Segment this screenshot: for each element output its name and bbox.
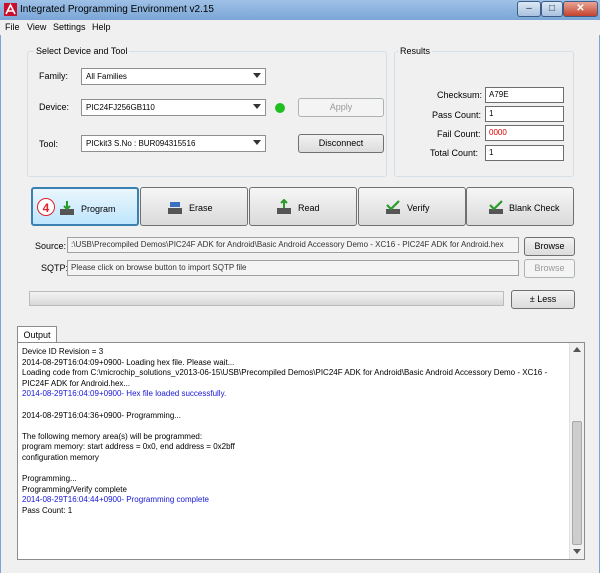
program-label: Program: [81, 204, 116, 214]
source-browse-button[interactable]: Browse: [524, 237, 575, 256]
scroll-up-icon[interactable]: [573, 347, 581, 352]
output-line: configuration memory: [22, 452, 99, 462]
source-path-field[interactable]: :\USB\Precompiled Demos\PIC24F ADK for A…: [67, 237, 519, 253]
output-lines: Device ID Revision = 3 2014-08-29T16:04:0…: [22, 347, 567, 517]
results-group-title: Results: [398, 46, 433, 56]
menu-settings[interactable]: Settings: [53, 22, 86, 32]
fail-count-label: Fail Count:: [437, 129, 481, 139]
chevron-down-icon: [253, 140, 261, 145]
family-label: Family:: [39, 71, 68, 81]
close-button[interactable]: ✕: [563, 1, 598, 17]
output-line: Device ID Revision = 3: [22, 347, 104, 356]
chevron-down-icon: [253, 104, 261, 109]
device-label: Device:: [39, 102, 70, 112]
blank-check-icon: [489, 200, 503, 214]
menu-view[interactable]: View: [27, 22, 46, 32]
device-status-indicator: [275, 103, 285, 113]
less-button[interactable]: ± Less: [511, 290, 575, 309]
output-line: Programming...: [22, 474, 77, 484]
disconnect-button[interactable]: Disconnect: [298, 134, 384, 153]
sqtp-label: SQTP:: [41, 263, 69, 273]
sqtp-path-field[interactable]: Please click on browse button to import …: [67, 260, 519, 276]
output-line: program memory: start address = 0x0, end…: [22, 442, 235, 452]
step-badge: 4: [37, 198, 55, 216]
family-value: All Families: [86, 72, 127, 81]
pass-count-value: 1: [485, 106, 564, 122]
read-chip-icon: [277, 199, 291, 214]
device-select[interactable]: PIC24FJ256GB110: [81, 99, 266, 116]
verify-label: Verify: [407, 203, 430, 213]
program-button[interactable]: 4 Program: [31, 187, 139, 226]
scroll-thumb[interactable]: [572, 421, 582, 545]
tool-select[interactable]: PICkit3 S.No : BUR094315516: [81, 135, 266, 152]
window-title: Integrated Programming Environment v2.15: [20, 4, 214, 15]
pass-count-label: Pass Count:: [432, 110, 482, 120]
erase-button[interactable]: Erase: [140, 187, 248, 226]
menu-file[interactable]: File: [5, 22, 20, 32]
scroll-down-icon[interactable]: [573, 549, 581, 554]
output-line: 2014-08-29T16:04:36+0900- Programming...: [22, 410, 181, 420]
family-select[interactable]: All Families: [81, 68, 266, 85]
close-icon: ✕: [576, 3, 585, 14]
chevron-down-icon: [253, 73, 261, 78]
checksum-label: Checksum:: [437, 90, 483, 100]
fail-count-value: 0000: [485, 125, 564, 141]
output-line: The following memory area(s) will be pro…: [22, 431, 203, 441]
total-count-value: 1: [485, 145, 564, 161]
output-log[interactable]: Device ID Revision = 3 2014-08-29T16:04:0…: [17, 342, 585, 560]
progress-bar: [29, 291, 504, 306]
maximize-icon: □: [548, 3, 556, 14]
sqtp-browse-button[interactable]: Browse: [524, 259, 575, 278]
verify-button[interactable]: Verify: [358, 187, 466, 226]
blank-check-label: Blank Check: [509, 203, 560, 213]
output-line: 2014-08-29T16:04:09+0900- Loading hex fi…: [22, 357, 235, 367]
erase-chip-icon: [168, 202, 182, 214]
tool-value: PICkit3 S.No : BUR094315516: [86, 139, 196, 148]
apply-button[interactable]: Apply: [298, 98, 384, 117]
read-label: Read: [298, 203, 320, 213]
total-count-label: Total Count:: [430, 148, 479, 158]
erase-label: Erase: [189, 203, 213, 213]
minimize-button[interactable]: –: [517, 1, 541, 17]
tool-label: Tool:: [39, 139, 59, 149]
output-line: Loading code from C:\microchip_solutions…: [22, 368, 548, 378]
output-line: 2014-08-29T16:04:09+0900- Hex file loade…: [22, 389, 227, 399]
output-line: Pass Count: 1: [22, 505, 73, 515]
blank-check-button[interactable]: Blank Check: [466, 187, 574, 226]
ipe-app-icon: [4, 3, 17, 16]
tab-output[interactable]: Output: [17, 326, 57, 343]
checksum-value: A79E: [485, 87, 564, 103]
read-button[interactable]: Read: [249, 187, 357, 226]
output-line: PIC24F ADK for Android.hex...: [22, 378, 131, 388]
menu-bar: File View Settings Help: [0, 20, 600, 35]
device-value: PIC24FJ256GB110: [86, 103, 155, 112]
device-tool-group-title: Select Device and Tool: [34, 46, 130, 56]
menu-help[interactable]: Help: [92, 22, 111, 32]
maximize-button[interactable]: □: [541, 1, 563, 17]
source-label: Source:: [35, 241, 67, 251]
minimize-icon: –: [526, 3, 532, 14]
output-line: Programming/Verify complete: [22, 484, 127, 494]
title-bar[interactable]: Integrated Programming Environment v2.15…: [0, 0, 600, 20]
output-line: 2014-08-29T16:04:44+0900- Programming co…: [22, 495, 210, 505]
output-scrollbar[interactable]: [569, 343, 584, 559]
program-chip-icon: [60, 201, 74, 215]
verify-check-icon: [386, 200, 400, 214]
